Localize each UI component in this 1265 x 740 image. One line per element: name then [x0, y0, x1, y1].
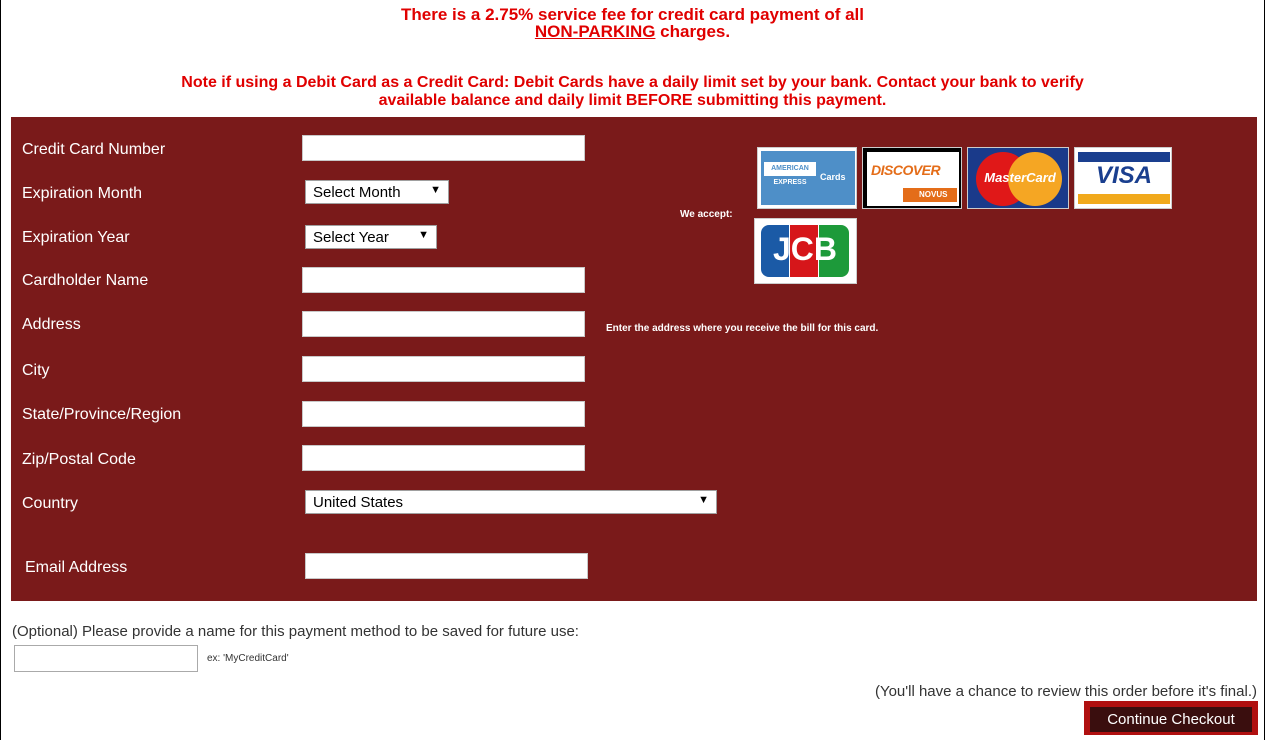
discover-logo: DISCOVER NOVUS: [862, 147, 962, 209]
country-value: United States: [313, 494, 404, 511]
fee-notice-line1: There is a 2.75% service fee for credit …: [401, 5, 864, 24]
exp-month-label: Expiration Month: [22, 185, 143, 202]
exp-year-select[interactable]: Select Year ▼: [305, 225, 437, 249]
chevron-down-icon: ▼: [430, 184, 441, 196]
payment-method-name-input[interactable]: [14, 645, 198, 672]
address-label: Address: [22, 316, 81, 333]
visa-logo: VISA: [1074, 147, 1172, 209]
exp-year-label: Expiration Year: [22, 229, 130, 246]
example-hint: ex: 'MyCreditCard': [207, 653, 289, 664]
exp-month-value: Select Month: [313, 184, 401, 201]
cardholder-label: Cardholder Name: [22, 272, 149, 289]
cardholder-input[interactable]: [302, 267, 585, 293]
exp-month-select[interactable]: Select Month ▼: [305, 180, 449, 204]
jcb-logo: JCB: [754, 218, 857, 284]
amex-line2: EXPRESS: [773, 179, 807, 186]
payment-form-panel: Credit Card Number Expiration Month Sele…: [11, 117, 1257, 601]
discover-text: DISCOVER: [871, 162, 941, 178]
chevron-down-icon: ▼: [418, 229, 429, 241]
email-input[interactable]: [305, 553, 588, 579]
mastercard-text: MasterCard: [984, 170, 1056, 185]
amex-line1: AMERICAN: [764, 162, 816, 176]
card-number-input[interactable]: [302, 135, 585, 161]
email-label: Email Address: [25, 559, 128, 576]
we-accept-label: We accept:: [680, 209, 733, 220]
fee-notice-suffix: charges.: [655, 22, 731, 41]
amex-logo: AMERICAN EXPRESS Cards: [757, 147, 857, 209]
address-hint: Enter the address where you receive the …: [606, 323, 879, 334]
state-label: State/Province/Region: [22, 406, 182, 423]
debit-note-line1: Note if using a Debit Card as a Credit C…: [181, 74, 1084, 91]
fee-notice-line2: NON-PARKING charges.: [0, 23, 1265, 40]
country-label: Country: [22, 495, 79, 512]
zip-input[interactable]: [302, 445, 585, 471]
visa-top-band: [1078, 152, 1170, 162]
amex-line3: Cards: [820, 172, 846, 182]
address-input[interactable]: [302, 311, 585, 337]
optional-save-text: (Optional) Please provide a name for thi…: [12, 623, 579, 640]
city-input[interactable]: [302, 356, 585, 382]
visa-bottom-band: [1078, 194, 1170, 204]
country-select[interactable]: United States ▼: [305, 490, 717, 514]
mastercard-logo: MasterCard: [967, 147, 1069, 209]
jcb-text: JCB: [772, 231, 837, 267]
non-parking-link[interactable]: NON-PARKING: [535, 22, 656, 41]
discover-sub: NOVUS: [919, 190, 948, 199]
city-label: City: [22, 362, 50, 379]
exp-year-value: Select Year: [313, 229, 389, 246]
card-number-label: Credit Card Number: [22, 141, 166, 158]
chevron-down-icon: ▼: [698, 494, 709, 506]
zip-label: Zip/Postal Code: [22, 451, 136, 468]
continue-checkout-button[interactable]: Continue Checkout: [1090, 707, 1252, 732]
debit-note-line2: available balance and daily limit BEFORE…: [378, 92, 887, 109]
state-input[interactable]: [302, 401, 585, 427]
review-note: (You'll have a chance to review this ord…: [874, 683, 1257, 700]
visa-text: VISA: [1095, 162, 1152, 189]
